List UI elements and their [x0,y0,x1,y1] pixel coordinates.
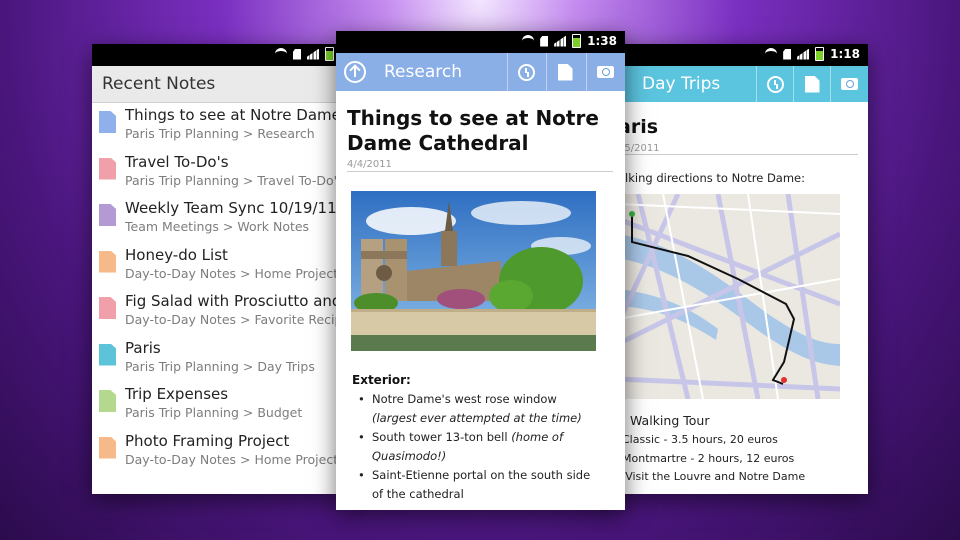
status-time: 1:38 [587,34,617,48]
status-bar [92,44,342,66]
new-page-icon [557,63,573,81]
title-divider [347,171,613,172]
list-item: South tower 13-ton bell (home of Quasimo… [358,428,597,466]
wifi-icon [765,47,778,61]
note-title: Trip Expenses [125,385,229,403]
note-path: Team Meetings > Work Notes [125,219,310,234]
note-title: Things to see at Notre Dame Cathedral [347,106,599,155]
page-icon [99,436,116,459]
notre-dame-photo [351,191,596,351]
page-icon [99,250,116,273]
note-list-item[interactable]: Things to see at Notre Dame Ca Paris Trip… [92,103,342,150]
note-path: Day-to-Day Notes > Home Projects [125,451,342,467]
end-marker [781,377,787,383]
note-title: Things to see at Notre Dame Ca [125,106,342,124]
note-list-item[interactable]: Weekly Team Sync 10/19/11 Team Meetings >… [92,196,342,243]
note-title: Paris [125,338,161,357]
map-image [618,194,840,399]
section-title: Day Trips [642,74,721,94]
battery-icon [325,47,334,61]
note-path: Paris Trip Planning > Travel To-Do's [125,172,342,188]
battery-icon [815,47,825,61]
status-bar: 1:18 [590,44,868,66]
page-icon [99,204,116,226]
note-list-item[interactable]: Paris Paris Trip Planning > Day Trips [92,336,342,383]
note-title: Photo Framing Project [125,431,290,450]
new-note-button[interactable] [793,66,830,102]
tour-line: Montmartre - 2 hours, 12 euros [622,452,795,465]
note-title: Fig Salad with Prosciutto and W [125,292,342,310]
day-trips-phone: 1:18 Day Trips aris 25/2011 alking direc… [590,44,868,494]
note-list-item[interactable]: Fig Salad with Prosciutto and W Day-to-Da… [92,289,342,336]
new-note-button[interactable] [546,53,583,91]
signal-icon [554,35,567,47]
exterior-heading: Exterior: [352,373,411,387]
battery-icon [572,34,582,48]
tour-title: Walking Tour [630,413,710,428]
camera-button[interactable] [586,53,623,91]
recent-button[interactable] [507,53,544,91]
page-icon [99,297,116,319]
sd-card-icon [293,48,301,60]
up-arrow-icon[interactable] [344,61,366,83]
list-item: Saint-Etienne portal on the south side o… [358,466,597,504]
directions-intro: alking directions to Notre Dame: [618,171,805,185]
section-title: Research [384,62,462,82]
status-time: 1:18 [830,47,860,61]
wifi-icon [275,47,287,61]
note-title: Honey-do List [125,245,228,264]
note-path: Paris Trip Planning > Day Trips [125,358,315,374]
note-path: Paris Trip Planning > Budget [125,405,303,420]
page-icon [99,111,116,133]
section-header: Day Trips [590,66,868,102]
recent-notes-phone: Recent Notes Things to see at Notre Dame… [92,44,342,494]
camera-icon [840,78,858,90]
page-icon [99,157,116,180]
page-icon [99,390,116,412]
list-item: Notre Dame's west rose window(largest ev… [358,390,597,428]
wifi-icon [522,34,535,48]
note-list-item[interactable]: Travel To-Do's Paris Trip Planning > Trav… [92,150,342,197]
clock-icon [517,63,535,81]
signal-icon [307,48,319,60]
title-divider [618,154,858,155]
sd-card-icon [540,35,549,47]
note-title: Weekly Team Sync 10/19/11 [125,199,337,217]
note-list-item[interactable]: Honey-do List Day-to-Day Notes > Home Pro… [92,243,342,290]
note-path: Paris Trip Planning > Research [125,126,315,141]
recent-button[interactable] [756,66,793,102]
sd-card-icon [783,48,792,60]
page-icon [99,343,116,366]
note-title: Travel To-Do's [125,152,229,171]
research-note-phone: 1:38 Research Things to see at Notre Dam… [336,31,625,510]
recent-notes-header: Recent Notes [92,66,342,103]
section-header: Research [336,53,625,91]
note-list-item[interactable]: Trip Expenses Paris Trip Planning > Budge… [92,382,342,429]
clock-icon [766,75,784,93]
signal-icon [797,48,810,60]
note-date: 4/4/2011 [347,159,392,170]
status-bar: 1:38 [336,31,625,53]
recent-notes-list: Things to see at Notre Dame Ca Paris Trip… [92,103,342,475]
note-path: Day-to-Day Notes > Favorite Recipe [125,312,342,327]
note-path: Day-to-Day Notes > Home Projects [125,265,342,281]
start-marker [629,211,635,217]
tour-line: Classic - 3.5 hours, 20 euros [622,433,778,446]
tour-line: : Visit the Louvre and Notre Dame [618,470,806,483]
new-page-icon [804,75,820,93]
note-list-item[interactable]: Photo Framing Project Day-to-Day Notes > … [92,429,342,476]
camera-button[interactable] [830,66,867,102]
camera-icon [596,66,614,78]
